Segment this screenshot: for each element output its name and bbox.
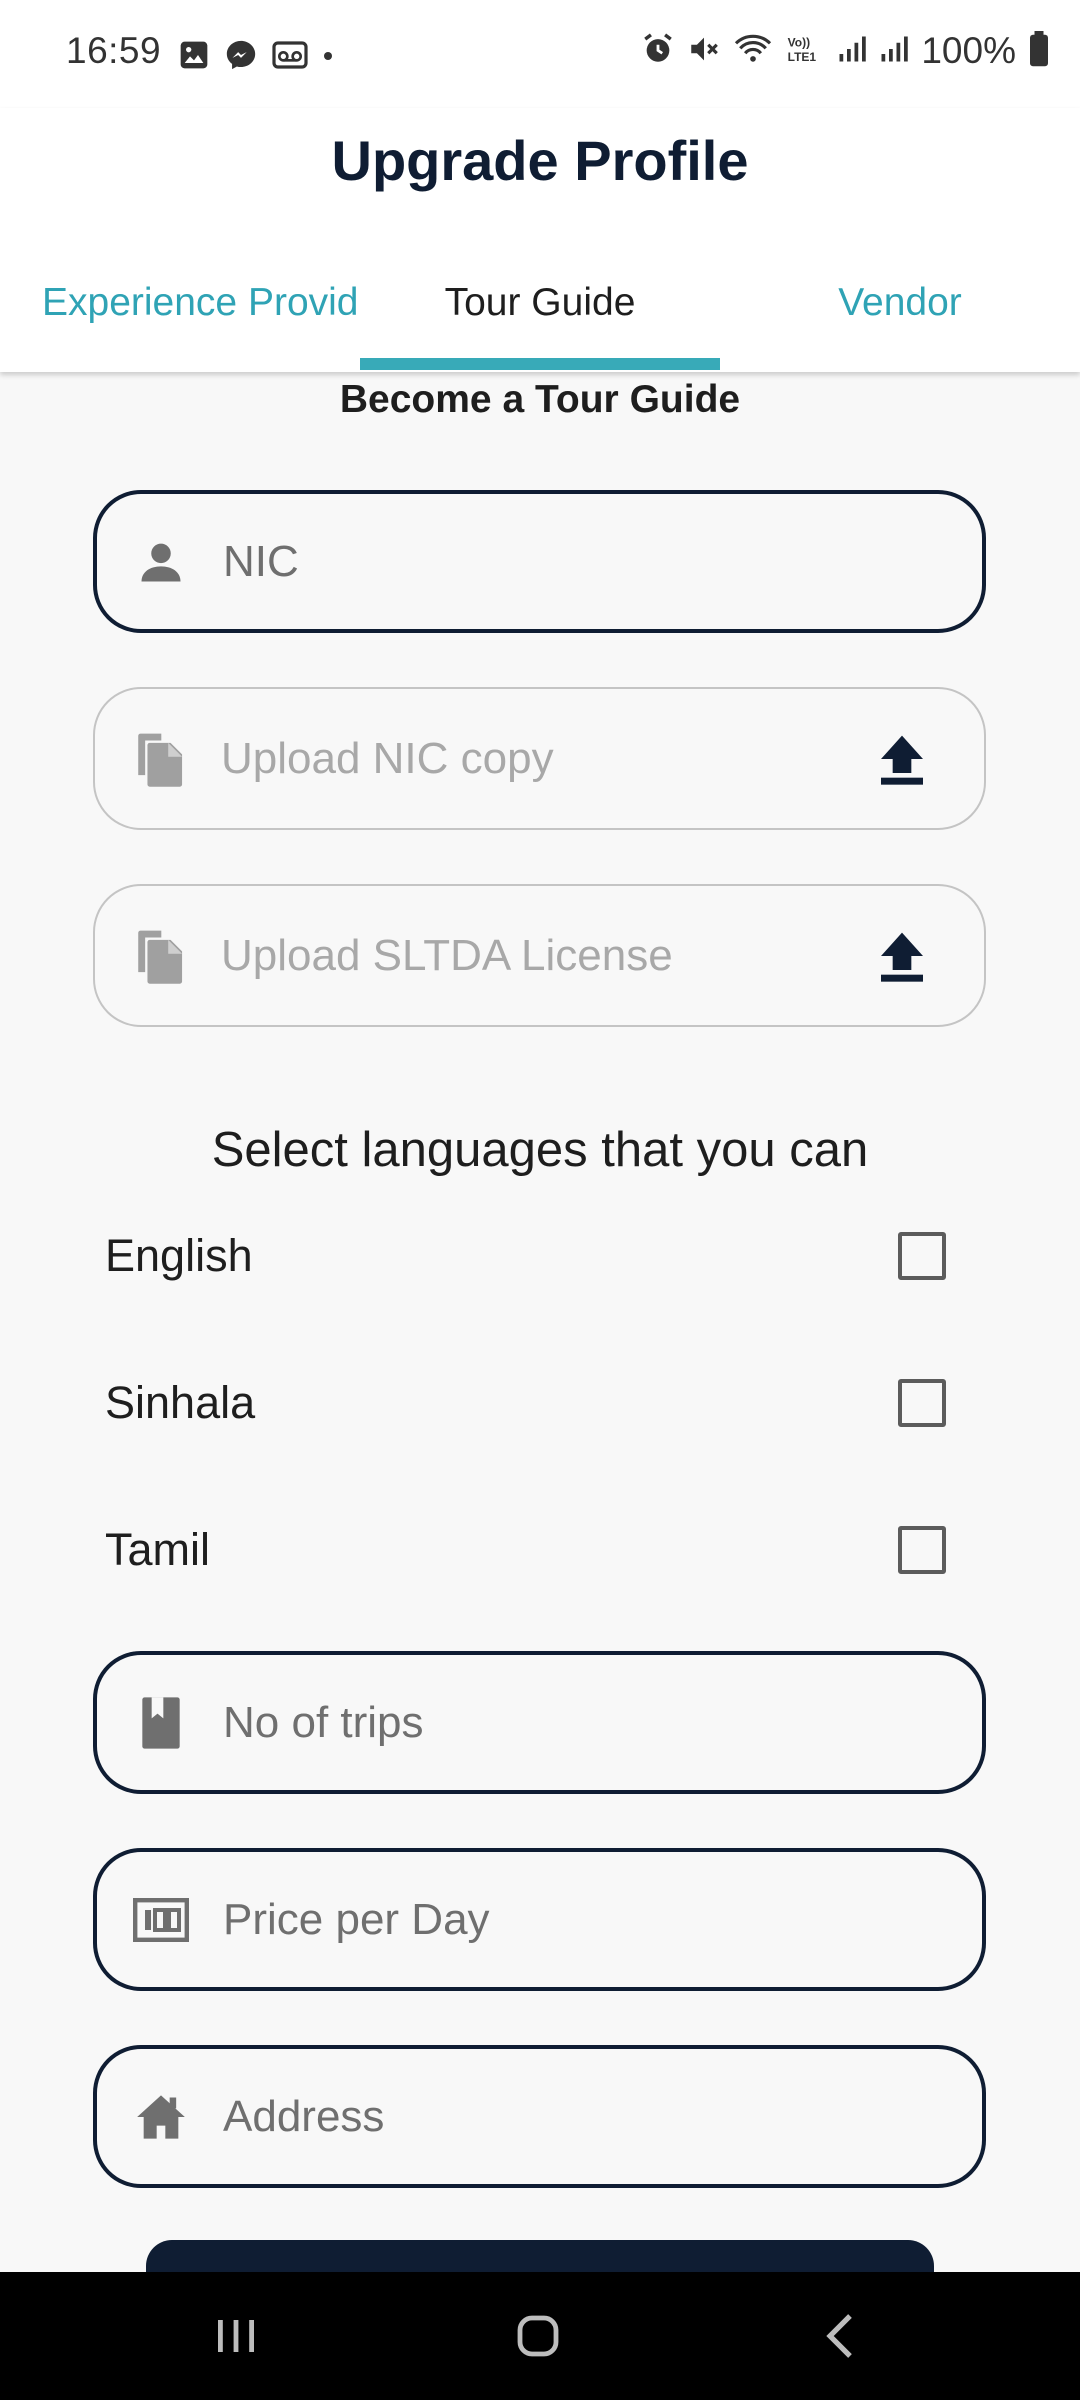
- home-icon[interactable]: [478, 2272, 598, 2400]
- battery-percent: 100%: [921, 30, 1016, 71]
- status-bar: 16:59 Vo)) LTE1 100%: [0, 0, 1080, 108]
- language-label: Sinhala: [105, 1377, 256, 1428]
- section-title: Become a Tour Guide: [339, 378, 741, 421]
- address-placeholder: Address: [223, 2091, 385, 2141]
- language-row-sinhala[interactable]: Sinhala: [0, 1353, 1080, 1453]
- upload-icon[interactable]: [878, 928, 926, 984]
- upload-nic-field[interactable]: Upload NIC copy: [93, 687, 986, 830]
- nic-field[interactable]: NIC: [93, 490, 986, 633]
- upload-icon[interactable]: [878, 731, 926, 787]
- tab-experience-provider[interactable]: Experience Provider: [0, 268, 360, 338]
- upload-license-field[interactable]: Upload SLTDA License: [93, 884, 986, 1027]
- money-icon: [133, 1892, 189, 1948]
- address-field[interactable]: Address: [93, 2045, 986, 2188]
- price-field[interactable]: Price per Day: [93, 1848, 986, 1991]
- language-row-tamil[interactable]: Tamil: [0, 1500, 1080, 1600]
- tab-tour-guide[interactable]: Tour Guide: [360, 268, 720, 338]
- alarm-icon: [641, 32, 675, 71]
- file-copy-icon: [131, 731, 187, 787]
- page-title: Upgrade Profile: [331, 129, 749, 192]
- wifi-icon: [733, 32, 773, 71]
- mute-icon: [687, 32, 721, 71]
- language-label: English: [105, 1230, 253, 1281]
- trips-field[interactable]: No of trips: [93, 1651, 986, 1794]
- signal-icon: [837, 33, 867, 70]
- english-checkbox[interactable]: [898, 1232, 946, 1280]
- battery-icon: [1028, 30, 1050, 72]
- status-time: 16:59: [66, 30, 162, 71]
- tab-vendor[interactable]: Vendor: [720, 268, 1080, 338]
- person-icon: [133, 534, 189, 590]
- messenger-icon: [224, 38, 258, 77]
- trips-placeholder: No of trips: [223, 1697, 424, 1747]
- tab-indicator: [360, 358, 720, 370]
- svg-text:LTE1: LTE1: [788, 50, 817, 64]
- status-left-icons: [178, 38, 334, 77]
- image-icon: [178, 39, 210, 76]
- signal-icon: [879, 33, 909, 70]
- nic-placeholder: NIC: [223, 536, 299, 586]
- languages-title: Select languages that you can: [211, 1123, 869, 1177]
- tamil-checkbox[interactable]: [898, 1526, 946, 1574]
- file-copy-icon: [131, 928, 187, 984]
- upload-license-placeholder: Upload SLTDA License: [221, 930, 673, 980]
- price-placeholder: Price per Day: [223, 1894, 490, 1944]
- voicemail-icon: [272, 39, 308, 76]
- language-row-english[interactable]: English: [0, 1206, 1080, 1306]
- volte-icon: Vo)) LTE1: [785, 32, 825, 71]
- app-header: Upgrade Profile Experience Provider Tour…: [0, 108, 1080, 372]
- language-label: Tamil: [105, 1524, 211, 1575]
- book-icon: [133, 1695, 189, 1751]
- recents-icon[interactable]: [176, 2272, 296, 2400]
- back-icon[interactable]: [780, 2272, 900, 2400]
- status-right-icons: Vo)) LTE1 100%: [641, 30, 1050, 72]
- home-icon: [133, 2089, 189, 2145]
- navigation-bar: [0, 2272, 1080, 2400]
- dot-icon: [322, 49, 334, 67]
- svg-text:Vo)): Vo)): [788, 35, 810, 49]
- upload-nic-placeholder: Upload NIC copy: [221, 733, 554, 783]
- sinhala-checkbox[interactable]: [898, 1379, 946, 1427]
